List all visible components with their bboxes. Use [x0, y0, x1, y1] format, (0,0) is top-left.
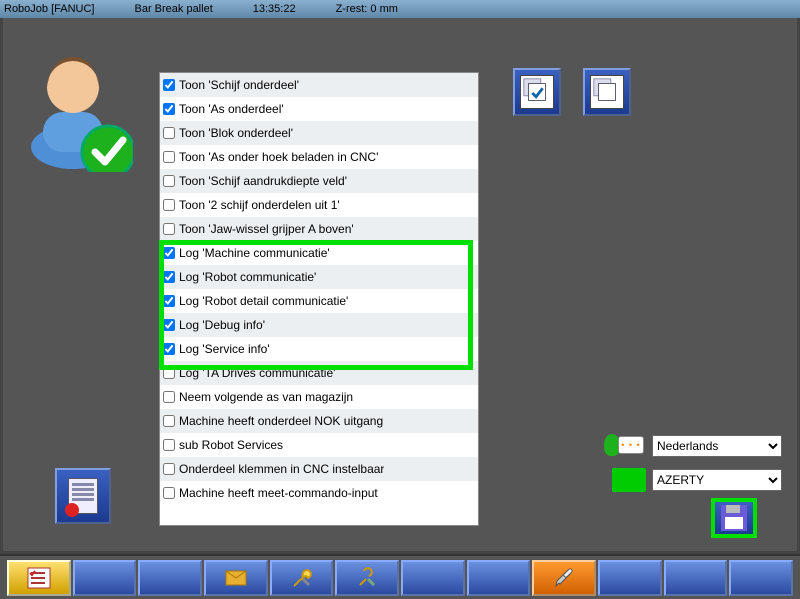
option-row[interactable]: Toon '2 schijf onderdelen uit 1' [160, 193, 478, 217]
option-checkbox[interactable] [163, 439, 175, 451]
option-row[interactable]: Log 'Debug info' [160, 313, 478, 337]
save-icon [721, 505, 747, 531]
app-name: RoboJob [FANUC] [4, 3, 94, 15]
z-rest: Z-rest: 0 mm [336, 3, 398, 15]
option-row[interactable]: Toon 'As onder hoek beladen in CNC' [160, 145, 478, 169]
option-row[interactable]: Log 'Service info' [160, 337, 478, 361]
option-label: Log 'Robot detail communicatie' [179, 294, 348, 308]
option-checkbox[interactable] [163, 175, 175, 187]
option-label: Toon '2 schijf onderdelen uit 1' [179, 198, 340, 212]
option-row[interactable]: Onderdeel klemmen in CNC instelbaar [160, 457, 478, 481]
save-button[interactable] [711, 498, 757, 538]
option-label: Machine heeft meet-commando-input [179, 486, 378, 500]
clock: 13:35:22 [253, 3, 296, 15]
option-label: Log 'Service info' [179, 342, 270, 356]
option-row[interactable]: Log 'TA Drives communicatie' [160, 361, 478, 385]
main-panel: Toon 'Schijf onderdeel' Toon 'As onderdee… [0, 18, 800, 554]
select-all-button[interactable] [513, 68, 561, 116]
option-label: Log 'Debug info' [179, 318, 265, 332]
option-row[interactable]: sub Robot Services [160, 433, 478, 457]
top-bar: RoboJob [FANUC] Bar Break pallet 13:35:2… [0, 0, 800, 18]
bottom-toolbar [0, 554, 800, 599]
option-checkbox[interactable] [163, 247, 175, 259]
option-checkbox[interactable] [163, 199, 175, 211]
option-checkbox[interactable] [163, 343, 175, 355]
toolbar-btn-12[interactable] [729, 560, 793, 596]
toolbar-btn-4[interactable] [204, 560, 268, 596]
option-row[interactable]: Log 'Robot detail communicatie' [160, 289, 478, 313]
option-label: Log 'Robot communicatie' [179, 270, 316, 284]
toolbar-btn-7[interactable] [401, 560, 465, 596]
option-row[interactable]: Toon 'Schijf onderdeel' [160, 73, 478, 97]
option-label: Toon 'Schijf onderdeel' [179, 78, 299, 92]
option-row[interactable]: Log 'Machine communicatie' [160, 241, 478, 265]
option-row[interactable]: Neem volgende as van magazijn [160, 385, 478, 409]
option-row[interactable]: Toon 'Jaw-wissel grijper A boven' [160, 217, 478, 241]
option-checkbox[interactable] [163, 79, 175, 91]
option-checkbox[interactable] [163, 103, 175, 115]
option-checkbox[interactable] [163, 223, 175, 235]
language-icon [612, 434, 646, 458]
option-row[interactable]: Toon 'As onderdeel' [160, 97, 478, 121]
toolbar-btn-11[interactable] [664, 560, 728, 596]
option-checkbox[interactable] [163, 151, 175, 163]
option-label: Neem volgende as van magazijn [179, 390, 353, 404]
option-checkbox[interactable] [163, 391, 175, 403]
option-label: Toon 'As onderdeel' [179, 102, 284, 116]
option-label: Onderdeel klemmen in CNC instelbaar [179, 462, 384, 476]
toolbar-btn-10[interactable] [598, 560, 662, 596]
option-row[interactable]: Toon 'Schijf aandrukdiepte veld' [160, 169, 478, 193]
toolbar-btn-9[interactable] [532, 560, 596, 596]
option-checkbox[interactable] [163, 487, 175, 499]
certificate-button[interactable] [55, 468, 111, 524]
option-label: Log 'TA Drives communicatie' [179, 366, 335, 380]
option-checkbox[interactable] [163, 127, 175, 139]
keyboard-icon [612, 468, 646, 492]
job-name: Bar Break pallet [134, 3, 212, 15]
toolbar-btn-3[interactable] [138, 560, 202, 596]
user-avatar-ok-icon [23, 42, 133, 172]
certificate-icon [68, 478, 98, 514]
option-label: Toon 'Schijf aandrukdiepte veld' [179, 174, 347, 188]
option-label: Log 'Machine communicatie' [179, 246, 330, 260]
toolbar-btn-2[interactable] [73, 560, 137, 596]
option-label: Toon 'Blok onderdeel' [179, 126, 293, 140]
toolbar-btn-6[interactable] [335, 560, 399, 596]
option-label: Toon 'Jaw-wissel grijper A boven' [179, 222, 354, 236]
option-label: Toon 'As onder hoek beladen in CNC' [179, 150, 378, 164]
option-checkbox[interactable] [163, 271, 175, 283]
language-select[interactable]: Nederlands [652, 435, 782, 457]
option-row[interactable]: Machine heeft onderdeel NOK uitgang [160, 409, 478, 433]
options-listbox[interactable]: Toon 'Schijf onderdeel' Toon 'As onderdee… [159, 72, 479, 526]
toolbar-btn-5[interactable] [270, 560, 334, 596]
option-checkbox[interactable] [163, 295, 175, 307]
option-label: Machine heeft onderdeel NOK uitgang [179, 414, 383, 428]
toolbar-btn-8[interactable] [467, 560, 531, 596]
option-checkbox[interactable] [163, 367, 175, 379]
toolbar-btn-1[interactable] [7, 560, 71, 596]
option-row[interactable]: Log 'Robot communicatie' [160, 265, 478, 289]
option-row[interactable]: Toon 'Blok onderdeel' [160, 121, 478, 145]
option-checkbox[interactable] [163, 415, 175, 427]
keyboard-select[interactable]: AZERTY [652, 469, 782, 491]
language-row: Nederlands [612, 434, 782, 458]
option-checkbox[interactable] [163, 463, 175, 475]
keyboard-row: AZERTY [612, 468, 782, 492]
option-checkbox[interactable] [163, 319, 175, 331]
deselect-all-button[interactable] [583, 68, 631, 116]
option-label: sub Robot Services [179, 438, 283, 452]
option-row[interactable]: Machine heeft meet-commando-input [160, 481, 478, 505]
